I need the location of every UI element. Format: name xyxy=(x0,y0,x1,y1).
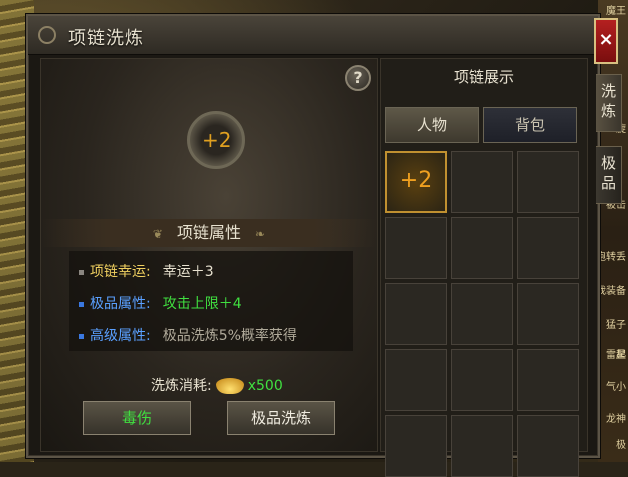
bullet-icon xyxy=(79,333,84,339)
empty-slot[interactable] xyxy=(451,415,513,477)
chat-scrap-strip: 魔王旋起跑转丢玉我装备猛子雷星气小龙神极被击 xyxy=(586,0,628,462)
tab-premium-label: 极品 xyxy=(600,154,616,192)
section-title: ❦ 项链属性 ❧ xyxy=(41,219,377,247)
attribute-label: 项链幸运: xyxy=(90,264,151,280)
tab-refine-label: 洗炼 xyxy=(600,82,616,120)
empty-slot[interactable] xyxy=(451,151,513,213)
refine-cost: 洗炼消耗: x500 xyxy=(151,375,283,395)
empty-slot[interactable] xyxy=(517,217,579,279)
attribute-row-advanced: 高级属性: 极品洗炼5%概率获得 xyxy=(79,325,297,345)
empty-slot[interactable] xyxy=(451,283,513,345)
empty-slot[interactable] xyxy=(517,349,579,411)
tab-refine[interactable]: 洗炼 xyxy=(596,74,622,132)
attribute-row-rare: 极品属性: 攻击上限＋4 xyxy=(79,293,242,313)
attribute-label: 极品属性: xyxy=(90,296,151,312)
chat-scrap-text: 雷星 xyxy=(606,350,626,361)
window-title: 项链洗炼 xyxy=(68,28,144,49)
bullet-icon xyxy=(79,301,84,307)
attribute-value: 攻击上限＋4 xyxy=(162,296,242,312)
empty-slot[interactable] xyxy=(517,151,579,213)
empty-slot[interactable] xyxy=(385,415,447,477)
attribute-row-luck: 项链幸运: 幸运＋3 xyxy=(79,261,214,281)
empty-slot[interactable] xyxy=(385,349,447,411)
necklace-refine-window: 项链洗炼 ? +2 ❦ 项链属性 ❧ 项链幸运: 幸运＋3 极品属性: 攻击上限＋4 高… xyxy=(26,14,600,477)
premium-refine-button[interactable]: 极品洗炼 xyxy=(227,401,335,435)
section-title-text: 项链属性 xyxy=(176,223,241,242)
chat-scrap-text: 龙神 xyxy=(606,414,626,425)
attribute-list: 项链幸运: 幸运＋3 极品属性: 攻击上限＋4 高级属性: 极品洗炼5%概率获得 xyxy=(69,251,353,351)
poison-refine-button[interactable]: 毒伤 xyxy=(83,401,191,435)
necklace-icon: +2 xyxy=(187,111,245,169)
ornament-left-icon: ❦ xyxy=(152,227,163,241)
tab-character[interactable]: 人物 xyxy=(385,107,479,143)
chat-scrap-text: 魔王 xyxy=(606,6,626,17)
necklace-display-panel: 项链展示 人物 背包 +2 xyxy=(380,58,588,477)
help-button[interactable]: ? xyxy=(345,65,371,91)
necklace-slot-item[interactable]: +2 xyxy=(385,151,447,213)
close-button[interactable]: × xyxy=(594,18,618,64)
bullet-icon xyxy=(79,269,84,275)
empty-slot[interactable] xyxy=(385,283,447,345)
empty-slot[interactable] xyxy=(517,283,579,345)
chat-scrap-text: 气小 xyxy=(606,382,626,393)
tab-backpack[interactable]: 背包 xyxy=(483,107,577,143)
gold-ingot-icon xyxy=(215,378,244,394)
cost-label: 洗炼消耗: xyxy=(151,378,212,394)
cost-amount: x500 xyxy=(247,378,283,394)
empty-slot[interactable] xyxy=(451,349,513,411)
title-bar[interactable]: 项链洗炼 xyxy=(28,16,598,55)
item-level-badge: +2 xyxy=(202,128,232,152)
chat-scrap-text: 猛子 xyxy=(606,320,626,331)
chat-scrap-text: 极 xyxy=(616,440,626,451)
attribute-label: 高级属性: xyxy=(90,328,151,344)
display-title: 项链展示 xyxy=(453,68,514,86)
title-ornament-icon xyxy=(38,26,56,44)
empty-slot[interactable] xyxy=(451,217,513,279)
chat-scrap-text: 跑转丢 xyxy=(596,252,626,263)
attribute-value: 幸运＋3 xyxy=(162,264,214,280)
empty-slot[interactable] xyxy=(517,415,579,477)
tab-premium[interactable]: 极品 xyxy=(596,146,622,204)
ornament-right-icon: ❧ xyxy=(255,227,266,241)
attribute-value: 极品洗炼5%概率获得 xyxy=(162,328,297,344)
necklace-detail-panel: ? +2 ❦ 项链属性 ❧ 项链幸运: 幸运＋3 极品属性: 攻击上限＋4 高级属性: 极… xyxy=(40,58,378,452)
empty-slot[interactable] xyxy=(385,217,447,279)
